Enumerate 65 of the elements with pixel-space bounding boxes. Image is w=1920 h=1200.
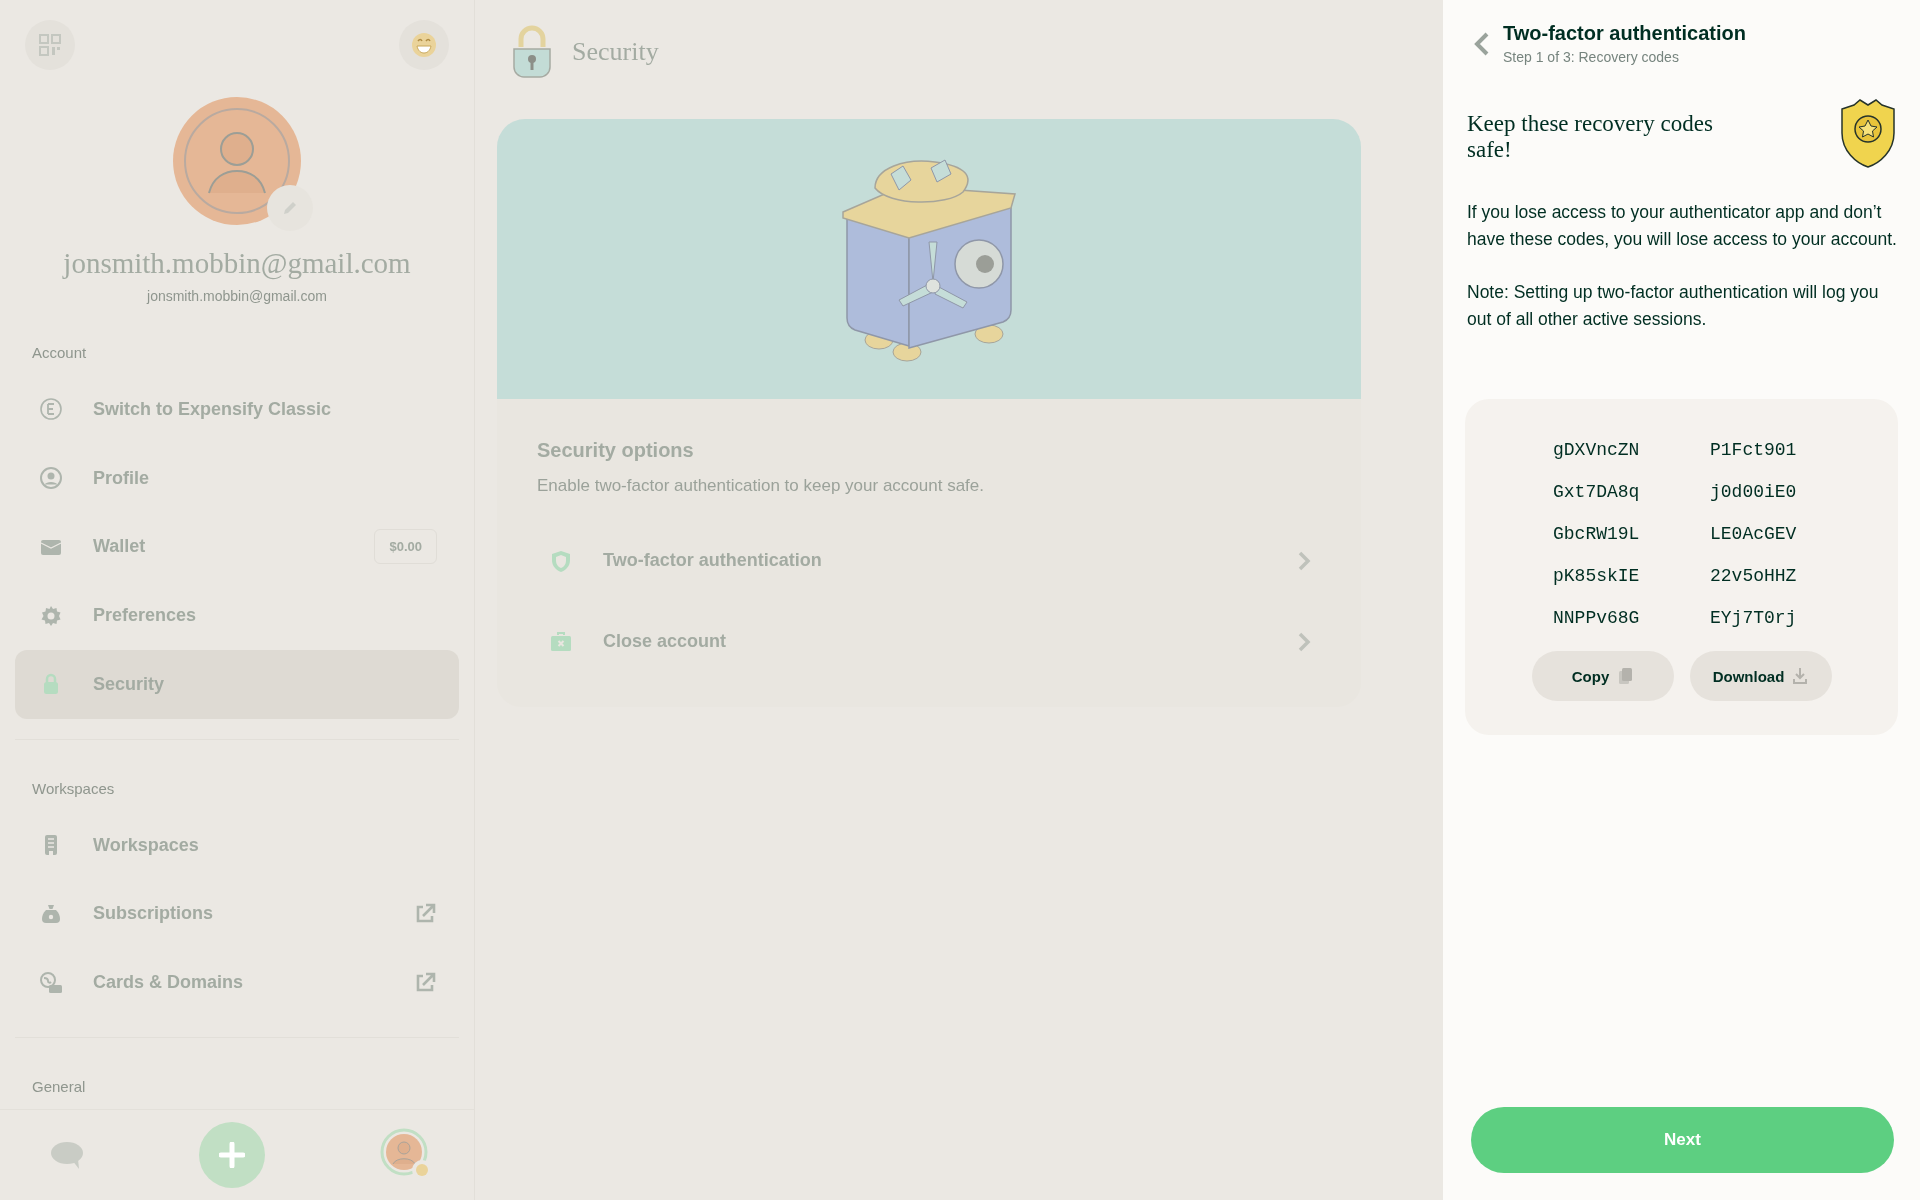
sidebar-item[interactable]: Wallet $0.00 bbox=[15, 512, 459, 582]
sidebar-item-label: Switch to Expensify Classic bbox=[93, 398, 333, 420]
info-paragraph: If you lose access to your authenticator app and don’t have these codes, you will lose access to your account. bbox=[1467, 201, 1898, 251]
email-address: jonsmith.mobbin@gmail.com bbox=[145, 288, 328, 304]
recovery-code: GbcRW19L bbox=[1553, 524, 1641, 544]
section-title: Workspaces bbox=[31, 778, 116, 799]
section-title: Security options bbox=[537, 439, 695, 462]
recovery-code: LE0AcGEV bbox=[1710, 524, 1798, 544]
shield-icon bbox=[549, 548, 573, 573]
sidebar-item-label: Cards & Domains bbox=[93, 972, 245, 994]
download-icon bbox=[1792, 667, 1809, 685]
recovery-code: gDXVncZN bbox=[1553, 440, 1641, 460]
qr-code-button[interactable] bbox=[25, 20, 75, 70]
plus-icon bbox=[219, 1142, 245, 1168]
info-paragraph: Note: Setting up two-factor authentication will log you out of all other active sessions. bbox=[1467, 281, 1880, 331]
recovery-code: j0d00iE0 bbox=[1710, 482, 1798, 502]
download-button[interactable]: Download bbox=[1689, 651, 1832, 701]
copy-icon bbox=[1617, 667, 1634, 685]
copy-button[interactable]: Copy bbox=[1531, 651, 1674, 701]
recovery-code: P1Fct901 bbox=[1710, 440, 1798, 460]
heading: Keep these recovery codes safe! bbox=[1467, 111, 1714, 164]
panel-title: Two-factor authentication bbox=[1503, 22, 1746, 45]
briefcase-icon bbox=[549, 629, 573, 654]
recovery-code: pK85skIE bbox=[1553, 566, 1641, 586]
status-emoji-button[interactable] bbox=[399, 20, 449, 70]
sidebar-item-label: Profile bbox=[93, 467, 150, 489]
badge-shield-icon bbox=[1838, 99, 1898, 169]
sidebar-item-label: Security bbox=[93, 673, 166, 695]
section-title: Account bbox=[31, 343, 88, 363]
sidebar-item[interactable]: Subscriptions bbox=[15, 879, 459, 949]
sidebar-item[interactable]: Security bbox=[15, 650, 459, 719]
avatar[interactable] bbox=[173, 97, 301, 225]
balance-badge: $0.00 bbox=[374, 529, 437, 565]
next-button[interactable]: Next bbox=[1471, 1107, 1894, 1173]
back-icon[interactable] bbox=[1473, 30, 1491, 57]
smiley-icon bbox=[411, 32, 437, 58]
step-subtitle: Step 1 of 3: Recovery codes bbox=[1503, 49, 1680, 65]
section-description: Enable two-factor authentication to keep your account safe. bbox=[537, 476, 985, 496]
sidebar-item[interactable]: Cards & Domains bbox=[15, 948, 459, 1018]
chevron-right-icon bbox=[1297, 630, 1311, 653]
chevron-right-icon bbox=[1297, 549, 1311, 572]
sidebar-item[interactable]: Workspaces bbox=[15, 810, 459, 880]
recovery-code: Gxt7DA8q bbox=[1553, 482, 1641, 502]
sidebar-item-label: Wallet bbox=[93, 536, 147, 558]
chat-icon[interactable] bbox=[50, 1140, 84, 1170]
option-label: Close account bbox=[603, 631, 728, 652]
recovery-code: EYj7T0rj bbox=[1710, 608, 1798, 628]
sidebar-item-label: Workspaces bbox=[93, 834, 200, 856]
recovery-code: NNPPv68G bbox=[1553, 608, 1641, 628]
pencil-icon bbox=[281, 199, 299, 217]
recovery-code: 22v5oHHZ bbox=[1710, 566, 1798, 586]
display-name: jonsmith.mobbin@gmail.com bbox=[61, 247, 412, 280]
option-label: Two-factor authentication bbox=[603, 550, 823, 571]
sidebar-item[interactable]: Profile bbox=[15, 443, 459, 513]
page-title: Security bbox=[572, 37, 659, 67]
sidebar-item-label: Preferences bbox=[93, 605, 198, 627]
sidebar-item-label: Subscriptions bbox=[93, 903, 214, 925]
padlock-icon bbox=[512, 25, 552, 79]
section-title: General bbox=[31, 1077, 87, 1098]
sidebar-item[interactable]: Switch to Expensify Classic bbox=[15, 375, 459, 444]
edit-avatar-button[interactable] bbox=[267, 185, 313, 231]
sidebar-item[interactable]: Preferences bbox=[15, 581, 459, 651]
security-option[interactable]: Close account bbox=[537, 601, 1321, 682]
security-option[interactable]: Two-factor authentication bbox=[537, 520, 1321, 601]
qr-code-icon bbox=[39, 34, 61, 56]
